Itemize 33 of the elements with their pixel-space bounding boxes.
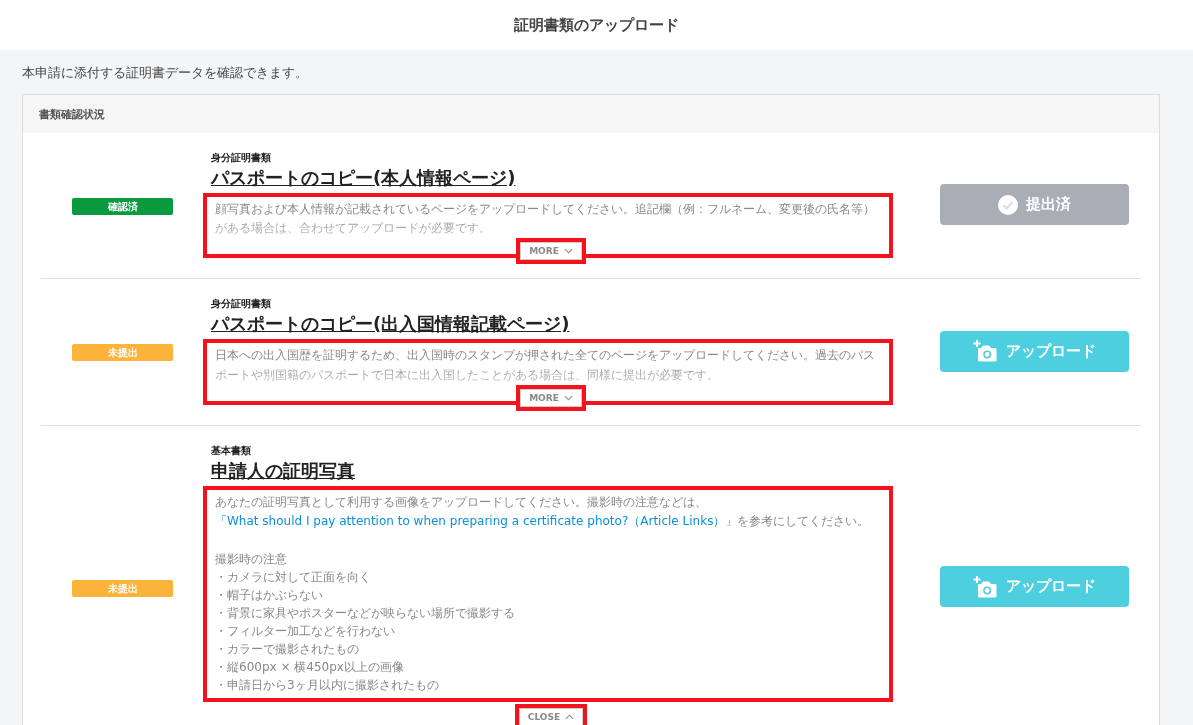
note-item: ・申請日から3ヶ月以内に撮影されたもの [215, 677, 440, 695]
status-badge: 未提出 [72, 579, 173, 597]
status-badge: 未提出 [72, 344, 173, 362]
description-text: 顔写真および本人情報が記載されているページをアップロードしてください。追記欄（例：フルネーム、変更後の氏名等）がある場合は、合わせてアップロードが必要です。 [215, 201, 876, 238]
note-item: ・帽子はかぶらない [215, 587, 324, 605]
check-icon [997, 194, 1018, 215]
document-category: 基本書類 [211, 443, 251, 458]
action-button[interactable]: アップロード [939, 566, 1129, 608]
toggle-button[interactable]: CLOSE [518, 708, 584, 725]
panel-title: 書類確認状況 [39, 106, 105, 122]
document-title[interactable]: パスポートのコピー(本人情報ページ) [211, 166, 516, 190]
note-item: ・背景に家具やポスターなどが映らない場所で撮影する [215, 605, 516, 623]
note-item: ・カラーで撮影されたもの [215, 641, 360, 659]
note-item: ・カメラに対して正面を向く [215, 569, 372, 587]
document-category: 身分証明書類 [211, 297, 271, 312]
status-badge: 確認済 [72, 197, 173, 215]
toggle-button[interactable]: MORE [520, 388, 582, 407]
document-category: 身分証明書類 [211, 151, 271, 165]
action-button[interactable]: 提出済 [939, 184, 1129, 226]
note-item: ・フィルター加工などを行わない [215, 623, 396, 641]
note-item: ・縦600px × 横450px以上の画像 [215, 659, 405, 677]
notes-heading: 撮影時の注意 [215, 551, 288, 569]
description-text: 日本への出入国歴を証明するため、出入国時のスタンプが押された全てのページをアップロードしてください。過去のパスポートや別国籍のパスポートで日本に出入国したことがある場合は、同様に提出が必要です。 [215, 347, 876, 384]
camera-icon [972, 339, 998, 364]
article-link[interactable]: 「What should I pay attention to when preparing a certificate photo?（Article Links）」 [215, 513, 738, 528]
toggle-button[interactable]: MORE [520, 242, 582, 261]
document-title[interactable]: パスポートのコピー(出入国情報記載ページ) [211, 312, 570, 337]
page-title: 証明書類のアップロード [514, 15, 679, 35]
action-button[interactable]: アップロード [939, 330, 1129, 372]
intro-text: 本申請に添付する証明書データを確認できます。 [22, 64, 309, 82]
description-text: あなたの証明写真として利用する画像をアップロードしてください。撮影時の注意などは、 「What should I pay attention to when preparing a certificate photo?（Article Links）」を参考にしてください。 [215, 493, 871, 530]
camera-icon [972, 574, 998, 599]
document-title[interactable]: 申請人の証明写真 [211, 458, 355, 483]
